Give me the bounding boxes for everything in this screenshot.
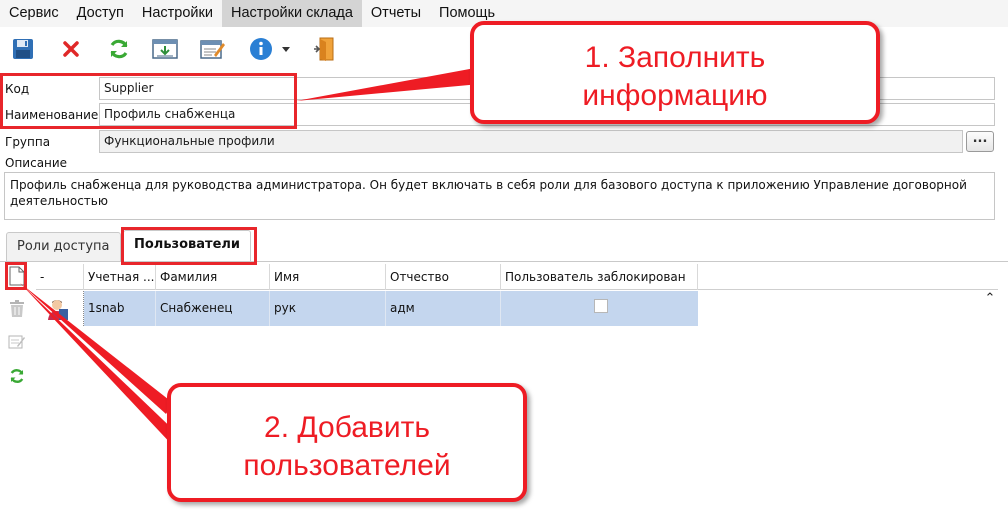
callout-fill-info: 1. Заполнить информацию	[470, 21, 880, 124]
arrow-to-form	[296, 68, 480, 101]
arrow-to-add-button-2	[20, 283, 184, 448]
arrow-to-add-button-1	[20, 283, 173, 414]
callout-add-users: 2. Добавить пользователей	[167, 383, 527, 502]
